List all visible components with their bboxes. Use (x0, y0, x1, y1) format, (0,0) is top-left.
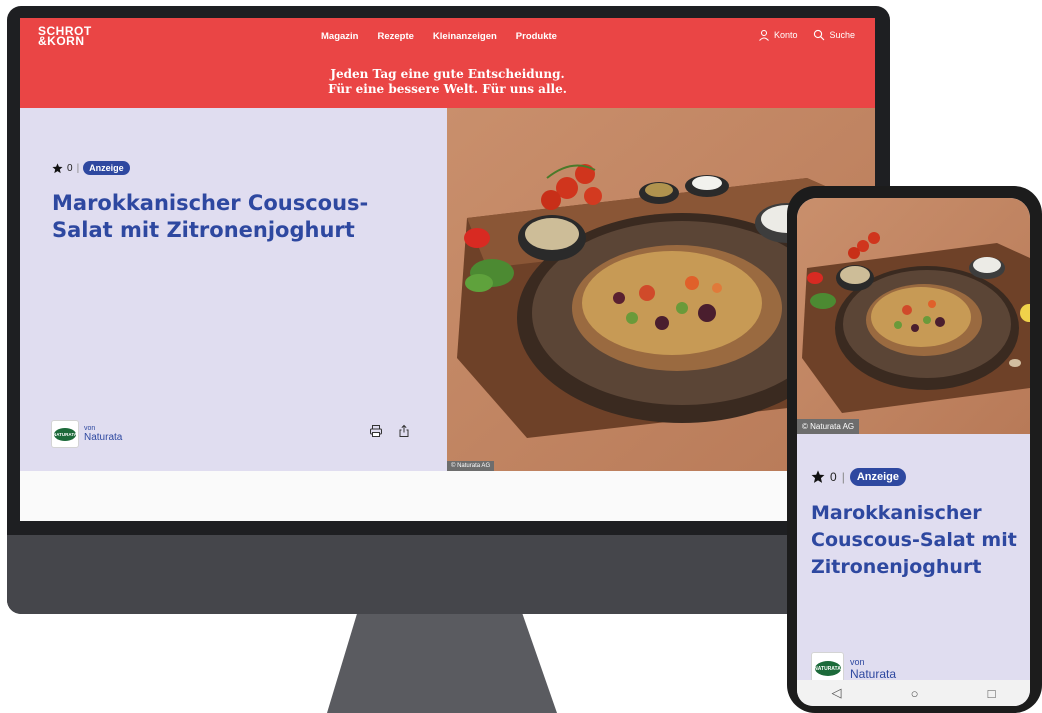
rating-row-mobile: 0 | Anzeige (811, 468, 906, 486)
tagline-line-1: Jeden Tag eine gute Entscheidung. (330, 67, 565, 81)
ad-badge-mobile: Anzeige (849, 468, 906, 486)
phone-device: © Naturata AG 0 | Anzeige Marokkanischer… (787, 186, 1042, 713)
desktop-screen: SCHROT &KORN Magazin Rezepte Kleinanzeig… (20, 18, 875, 521)
rating-count: 0 (67, 162, 73, 174)
rating-row: 0 | Anzeige (52, 161, 130, 175)
site-header: SCHROT &KORN Magazin Rezepte Kleinanzeig… (20, 18, 875, 108)
brand-logo: NATURATA (51, 420, 79, 448)
search-button[interactable]: Suche (813, 29, 855, 41)
back-icon[interactable]: ◁ (832, 685, 842, 701)
brand-logo-mark: NATURATA (53, 427, 77, 441)
rating-separator: | (76, 162, 80, 174)
android-nav-bar: ◁ ○ □ (797, 680, 1030, 706)
phone-screen: © Naturata AG 0 | Anzeige Marokkanischer… (797, 198, 1030, 706)
recipe-tools (369, 424, 411, 438)
print-icon[interactable] (369, 424, 383, 438)
by-label-mobile: von (850, 656, 865, 667)
search-label: Suche (829, 30, 855, 40)
rating-count-mobile: 0 (830, 470, 837, 484)
share-icon[interactable] (397, 424, 411, 438)
nav-item-magazin[interactable]: Magazin (321, 31, 358, 42)
tagline-line-2: Für eine bessere Welt. Für uns alle. (328, 82, 567, 96)
rating-separator-mobile: | (841, 470, 845, 484)
star-icon[interactable] (52, 162, 63, 174)
recipe-photo-mobile: © Naturata AG (797, 198, 1030, 434)
main-nav: Magazin Rezepte Kleinanzeigen Produkte (321, 31, 557, 42)
recipe-title: Marokkanischer Couscous-Salat mit Zitron… (52, 191, 369, 242)
brand-text-mobile: von Naturata (850, 657, 896, 681)
nav-item-rezepte[interactable]: Rezepte (377, 31, 413, 42)
site-logo[interactable]: SCHROT &KORN (38, 25, 98, 47)
recents-icon[interactable]: □ (988, 686, 996, 701)
brand-text: von Naturata (84, 425, 122, 443)
recipe-title-mobile: Marokkanischer Couscous-Salat mit Zitron… (811, 502, 1017, 578)
user-icon (759, 30, 769, 41)
star-icon[interactable] (811, 470, 825, 484)
home-icon[interactable]: ○ (911, 686, 919, 701)
nav-item-kleinanzeigen[interactable]: Kleinanzeigen (433, 31, 497, 42)
brand-logo-mark-mobile: NATURATA (814, 661, 841, 676)
tagline: Jeden Tag eine gute Entscheidung. Für ei… (20, 67, 875, 97)
by-label: von (84, 425, 96, 432)
photo-credit-mobile: © Naturata AG (797, 419, 860, 434)
monitor-stand (327, 614, 557, 713)
brand-name-mobile: Naturata (850, 666, 897, 681)
account-label: Konto (773, 30, 798, 40)
search-icon (814, 29, 825, 41)
couscous-salad-photo-mobile (797, 198, 1030, 434)
ad-badge: Anzeige (83, 161, 130, 175)
account-button[interactable]: Konto (758, 29, 798, 41)
photo-credit: © Naturata AG (447, 461, 495, 471)
content-area (20, 471, 875, 521)
account-area: Konto Suche (758, 29, 855, 41)
monitor-chin (7, 535, 890, 614)
brand-name: Naturata (84, 432, 123, 443)
sponsor-brand[interactable]: NATURATA von Naturata (51, 420, 122, 448)
nav-item-produkte[interactable]: Produkte (516, 31, 557, 42)
